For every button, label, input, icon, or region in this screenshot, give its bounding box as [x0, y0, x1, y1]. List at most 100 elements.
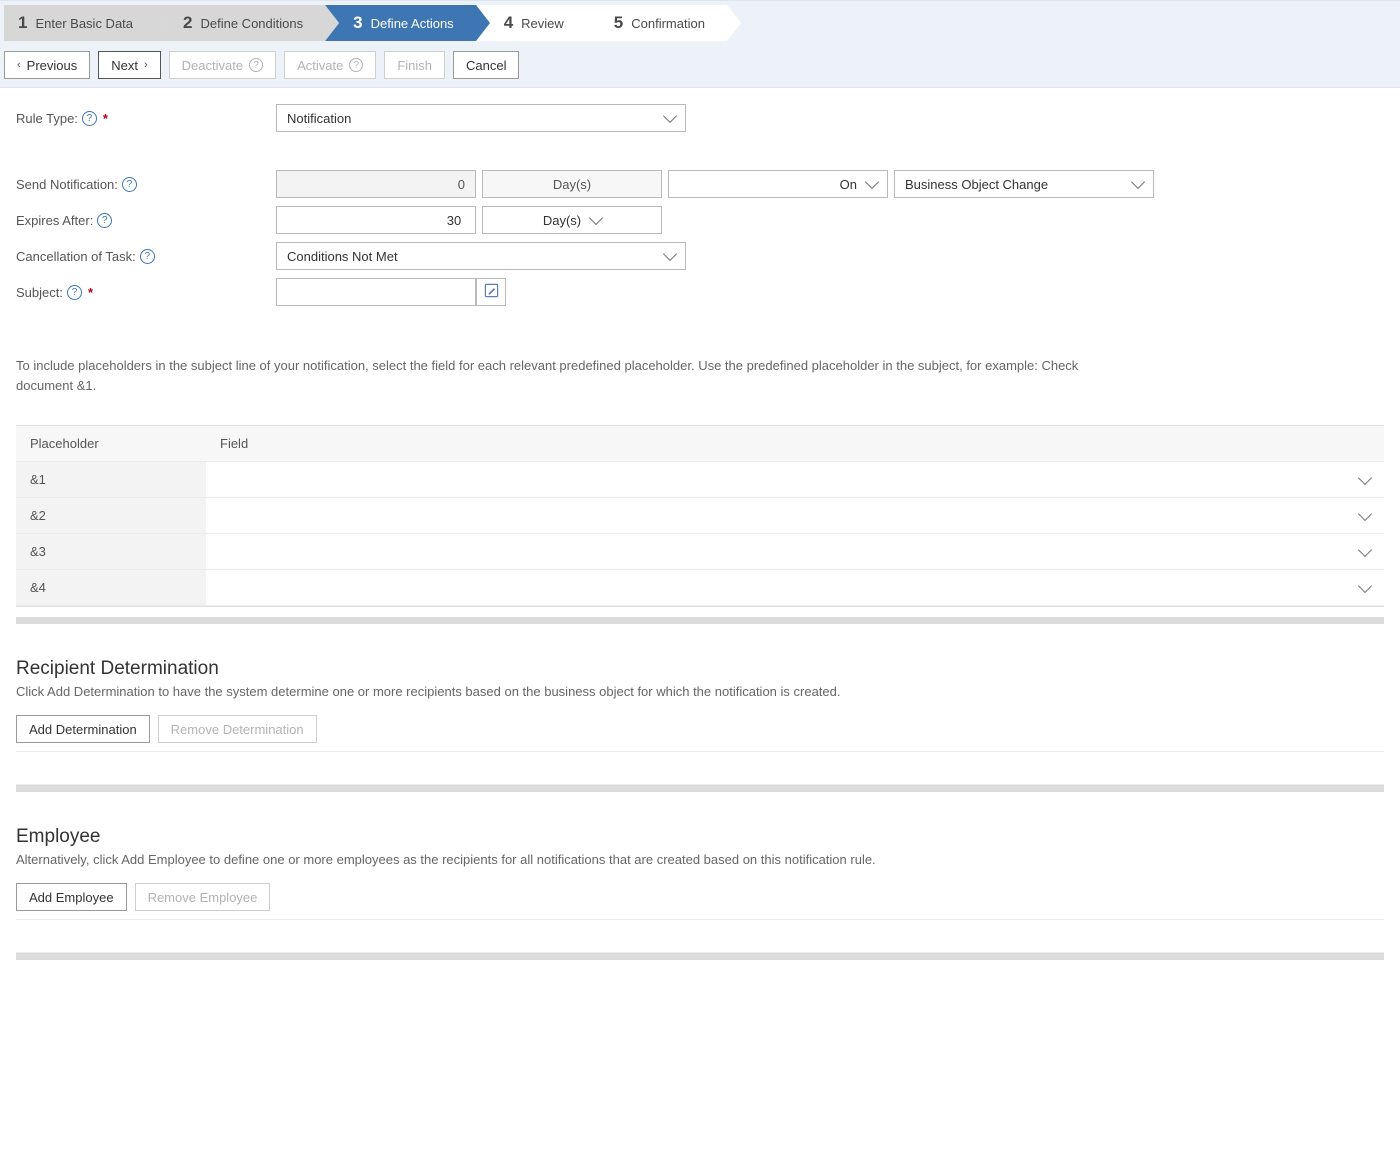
- button-label: Deactivate: [182, 58, 243, 73]
- wizard-step-3[interactable]: 3 Define Actions: [325, 5, 476, 41]
- button-label: Next: [111, 58, 138, 73]
- step-number: 5: [614, 13, 623, 33]
- rule-type-label: Rule Type: ? *: [16, 111, 276, 126]
- col-placeholder: Placeholder: [16, 426, 206, 462]
- select-value: Notification: [287, 111, 351, 126]
- section-title: Recipient Determination: [16, 658, 1384, 680]
- placeholder-field-select[interactable]: [206, 498, 1384, 534]
- table-row: &3: [16, 534, 1384, 570]
- placeholder-field-select[interactable]: [206, 534, 1384, 570]
- required-marker: *: [103, 111, 108, 126]
- step-number: 2: [183, 13, 192, 33]
- section-description: Alternatively, click Add Employee to def…: [16, 852, 1384, 867]
- deactivate-button: Deactivate ?: [169, 51, 276, 79]
- placeholder-field-select[interactable]: [206, 570, 1384, 606]
- select-value: Conditions Not Met: [287, 249, 398, 264]
- table-scrollbar[interactable]: [16, 953, 1384, 960]
- cancellation-label: Cancellation of Task: ?: [16, 249, 276, 264]
- table-row: &2: [16, 498, 1384, 534]
- help-icon[interactable]: ?: [97, 213, 112, 228]
- required-marker: *: [88, 285, 93, 300]
- send-offset-value: 0: [276, 170, 476, 198]
- button-label: Previous: [27, 58, 78, 73]
- label-text: Subject:: [16, 285, 63, 300]
- button-label: Remove Determination: [171, 722, 304, 737]
- chevron-down-icon: [663, 247, 677, 261]
- chevron-down-icon: [865, 175, 879, 189]
- send-event-select[interactable]: Business Object Change: [894, 170, 1154, 198]
- select-value: Day(s): [543, 213, 581, 228]
- add-determination-button[interactable]: Add Determination: [16, 715, 150, 743]
- cancel-button[interactable]: Cancel: [453, 51, 519, 79]
- expires-value-input[interactable]: [276, 206, 476, 234]
- help-icon[interactable]: ?: [82, 111, 97, 126]
- previous-button[interactable]: ‹ Previous: [4, 51, 90, 79]
- button-label: Remove Employee: [148, 890, 258, 905]
- add-employee-button[interactable]: Add Employee: [16, 883, 127, 911]
- toolbar: ‹ Previous Next › Deactivate ? Activate …: [0, 41, 1400, 79]
- label-text: Rule Type:: [16, 111, 78, 126]
- edit-subject-button[interactable]: [476, 278, 506, 306]
- chevron-down-icon: [663, 109, 677, 123]
- rule-type-select[interactable]: Notification: [276, 104, 686, 132]
- wizard-step-4[interactable]: 4 Review: [476, 5, 586, 41]
- readonly-text: Day(s): [553, 177, 591, 192]
- input-text[interactable]: [287, 212, 463, 229]
- chevron-down-icon: [1358, 470, 1372, 484]
- step-label: Define Actions: [371, 16, 454, 31]
- step-label: Define Conditions: [200, 16, 303, 31]
- section-title: Employee: [16, 826, 1384, 848]
- button-label: Finish: [397, 58, 432, 73]
- chevron-left-icon: ‹: [17, 59, 21, 71]
- step-label: Enter Basic Data: [35, 16, 133, 31]
- help-icon: ?: [349, 58, 363, 72]
- placeholder-name: &1: [16, 462, 206, 498]
- readonly-text: 0: [458, 177, 465, 192]
- expires-after-label: Expires After: ?: [16, 213, 276, 228]
- wizard-step-2[interactable]: 2 Define Conditions: [155, 5, 325, 41]
- help-icon[interactable]: ?: [67, 285, 82, 300]
- step-number: 1: [18, 13, 27, 33]
- step-number: 4: [504, 13, 513, 33]
- send-relation-select[interactable]: On: [668, 170, 888, 198]
- placeholder-name: &4: [16, 570, 206, 606]
- employee-list-empty: [16, 919, 1384, 953]
- step-label: Review: [521, 16, 564, 31]
- chevron-down-icon: [1131, 175, 1145, 189]
- step-number: 3: [353, 13, 362, 33]
- wizard-step-5[interactable]: 5 Confirmation: [586, 5, 727, 41]
- input-text[interactable]: [287, 284, 469, 301]
- expires-unit-select[interactable]: Day(s): [482, 206, 662, 234]
- send-notification-label: Send Notification: ?: [16, 177, 276, 192]
- next-button[interactable]: Next ›: [98, 51, 160, 79]
- table-scrollbar[interactable]: [16, 617, 1384, 624]
- table-scrollbar[interactable]: [16, 785, 1384, 792]
- help-icon[interactable]: ?: [140, 249, 155, 264]
- label-text: Send Notification:: [16, 177, 118, 192]
- edit-icon: [484, 283, 499, 301]
- help-icon: ?: [249, 58, 263, 72]
- finish-button: Finish: [384, 51, 445, 79]
- cancellation-select[interactable]: Conditions Not Met: [276, 242, 686, 270]
- determination-list-empty: [16, 751, 1384, 785]
- placeholder-field-select[interactable]: [206, 462, 1384, 498]
- step-label: Confirmation: [631, 16, 705, 31]
- button-label: Add Determination: [29, 722, 137, 737]
- section-description: Click Add Determination to have the syst…: [16, 684, 1384, 699]
- col-field: Field: [206, 426, 1384, 462]
- select-value: On: [840, 177, 857, 192]
- placeholder-name: &3: [16, 534, 206, 570]
- select-value: Business Object Change: [905, 177, 1048, 192]
- help-icon[interactable]: ?: [122, 177, 137, 192]
- wizard-step-1[interactable]: 1 Enter Basic Data: [4, 5, 155, 41]
- chevron-right-icon: ›: [144, 59, 148, 71]
- label-text: Expires After:: [16, 213, 93, 228]
- table-row: &4: [16, 570, 1384, 606]
- remove-determination-button: Remove Determination: [158, 715, 317, 743]
- placeholder-name: &2: [16, 498, 206, 534]
- placeholder-table: Placeholder Field &1 &2 &3 &4: [16, 425, 1384, 607]
- placeholder-hint: To include placeholders in the subject l…: [16, 356, 1116, 395]
- chevron-down-icon: [1358, 542, 1372, 556]
- button-label: Cancel: [466, 58, 506, 73]
- subject-input[interactable]: [276, 278, 476, 306]
